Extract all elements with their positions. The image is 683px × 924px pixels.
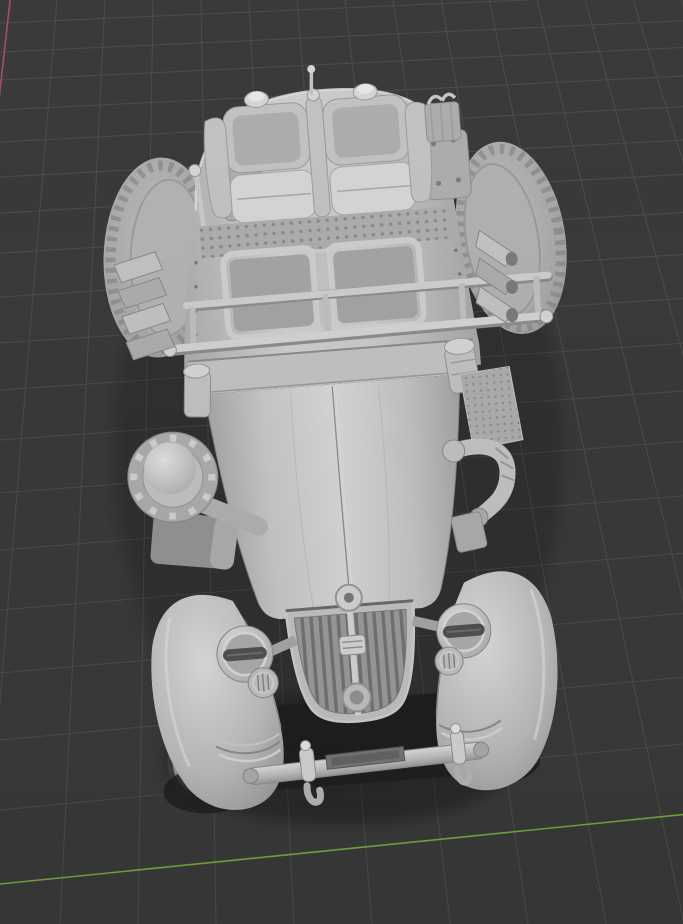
scene-canvas[interactable] — [0, 0, 683, 924]
3d-viewport[interactable] — [0, 0, 683, 924]
viewport-vignette — [0, 0, 683, 924]
